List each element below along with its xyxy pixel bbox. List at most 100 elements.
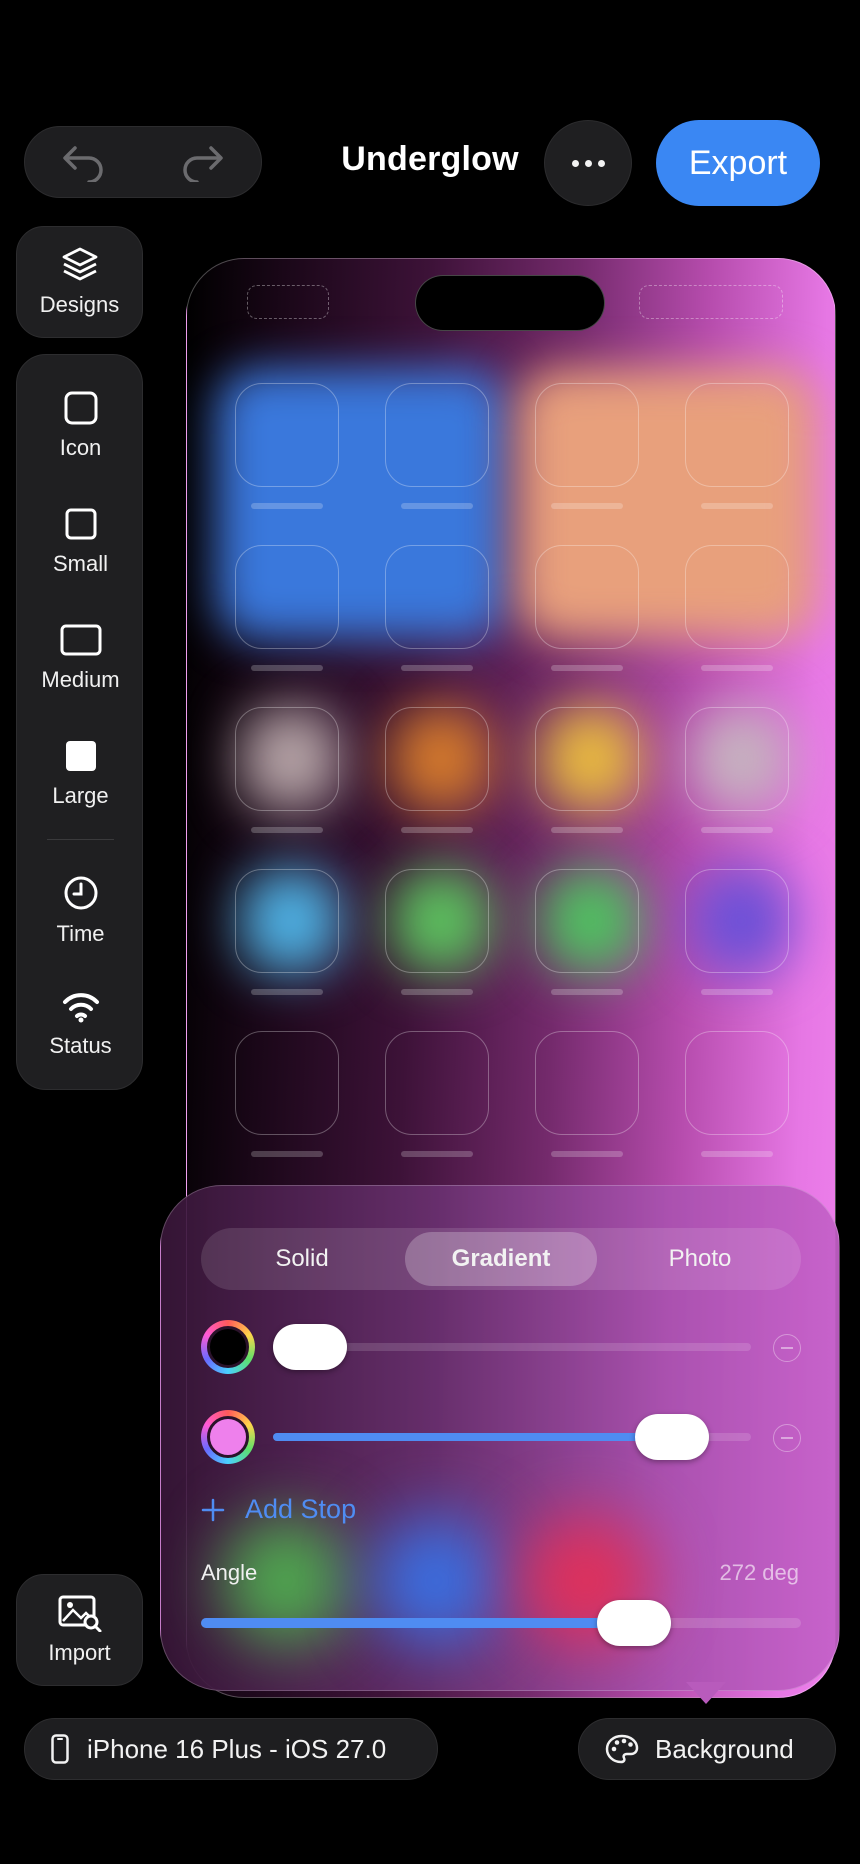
app-slot[interactable]	[535, 383, 639, 487]
wifi-icon	[62, 993, 99, 1023]
stop-color-fill	[207, 1416, 249, 1458]
layers-icon	[62, 247, 97, 281]
tool-status[interactable]: Status	[17, 991, 144, 1059]
import-button[interactable]: Import	[16, 1574, 143, 1686]
app-label	[701, 989, 773, 995]
palette-icon	[605, 1734, 639, 1764]
remove-stop-button[interactable]	[773, 1334, 801, 1362]
app-slot[interactable]	[685, 1031, 789, 1135]
import-photo-icon	[58, 1595, 101, 1632]
iphone-icon	[51, 1734, 69, 1764]
app-slot[interactable]	[385, 383, 489, 487]
app-slot[interactable]	[235, 707, 339, 811]
app-label	[551, 827, 623, 833]
plus-icon	[201, 1498, 225, 1521]
app-label	[701, 665, 773, 671]
app-slot[interactable]	[685, 707, 789, 811]
stop-color-fill	[207, 1326, 249, 1368]
page-title: Underglow	[341, 140, 519, 178]
app-slot[interactable]	[535, 1031, 639, 1135]
background-label: Background	[655, 1733, 794, 1764]
app-slot[interactable]	[535, 545, 639, 649]
remove-stop-button[interactable]	[773, 1424, 801, 1452]
tool-large[interactable]: Large	[17, 739, 144, 809]
app-slot[interactable]	[385, 1031, 489, 1135]
background-editor-sheet: Solid Gradient Photo Add Stop Angle 272 …	[160, 1185, 840, 1691]
app-label	[401, 989, 473, 995]
app-slot[interactable]	[385, 545, 489, 649]
designs-label: Designs	[39, 292, 120, 317]
undo-redo-group	[24, 126, 262, 198]
status-bar-icons-slot[interactable]	[639, 285, 783, 319]
app-label	[701, 503, 773, 509]
app-label	[251, 503, 323, 509]
stop-color-swatch[interactable]	[201, 1410, 255, 1464]
stop-position-fill	[273, 1433, 659, 1441]
small-square-icon	[65, 508, 96, 540]
export-button[interactable]: Export	[656, 120, 820, 206]
tool-medium[interactable]: Medium	[17, 623, 144, 693]
tool-time[interactable]: Time	[17, 875, 144, 947]
angle-slider[interactable]	[201, 1618, 801, 1628]
app-slot[interactable]	[235, 869, 339, 973]
add-stop-label: Add Stop	[245, 1494, 357, 1524]
status-bar-time-slot[interactable]	[247, 285, 329, 319]
clock-icon	[64, 876, 97, 910]
square-outline-icon	[64, 391, 97, 425]
minus-icon	[781, 1347, 793, 1349]
app-label	[551, 989, 623, 995]
app-label	[701, 827, 773, 833]
app-slot[interactable]	[535, 869, 639, 973]
tool-icon[interactable]: Icon	[17, 391, 144, 461]
sheet-pointer	[686, 1682, 726, 1704]
more-button[interactable]	[544, 120, 632, 206]
app-label	[401, 1151, 473, 1157]
app-label	[401, 665, 473, 671]
ellipsis-icon	[571, 159, 579, 167]
app-label	[401, 503, 473, 509]
angle-value: 272 deg	[719, 1560, 799, 1585]
redo-icon	[183, 146, 223, 182]
angle-slider-fill	[201, 1618, 611, 1628]
app-slot[interactable]	[685, 869, 789, 973]
stop-position-knob[interactable]	[273, 1324, 347, 1370]
device-selector[interactable]: iPhone 16 Plus - iOS 27.0	[24, 1718, 438, 1780]
app-slot[interactable]	[235, 383, 339, 487]
app-slot[interactable]	[535, 707, 639, 811]
undo-icon	[63, 146, 103, 182]
toolbar-divider	[47, 839, 114, 840]
app-label	[551, 665, 623, 671]
tab-solid[interactable]: Solid	[207, 1232, 397, 1286]
app-label	[551, 503, 623, 509]
app-label	[251, 665, 323, 671]
tool-small[interactable]: Small	[17, 507, 144, 577]
angle-slider-knob[interactable]	[597, 1600, 671, 1646]
filled-square-icon	[65, 741, 96, 771]
app-slot[interactable]	[385, 869, 489, 973]
background-button[interactable]: Background	[578, 1718, 836, 1780]
app-slot[interactable]	[385, 707, 489, 811]
app-label	[251, 1151, 323, 1157]
add-stop-button[interactable]: Add Stop	[201, 1494, 356, 1525]
app-slot[interactable]	[685, 545, 789, 649]
app-label	[251, 827, 323, 833]
redo-button[interactable]	[162, 132, 242, 192]
stop-color-swatch[interactable]	[201, 1320, 255, 1374]
app-slot[interactable]	[235, 1031, 339, 1135]
app-slot[interactable]	[235, 545, 339, 649]
app-label	[401, 827, 473, 833]
designs-button[interactable]: Designs	[16, 226, 143, 338]
device-label: iPhone 16 Plus - iOS 27.0	[87, 1733, 387, 1764]
app-label	[251, 989, 323, 995]
widget-tools-panel: Icon Small Medium Large Time Status	[16, 354, 143, 1090]
app-slot[interactable]	[685, 383, 789, 487]
background-type-segmented-control: Solid Gradient Photo	[201, 1228, 801, 1290]
tab-gradient[interactable]: Gradient	[405, 1232, 597, 1286]
stop-position-knob[interactable]	[635, 1414, 709, 1460]
app-label	[551, 1151, 623, 1157]
app-label	[701, 1151, 773, 1157]
import-label: Import	[48, 1640, 111, 1665]
undo-button[interactable]	[44, 132, 124, 192]
tab-photo[interactable]: Photo	[605, 1232, 795, 1286]
minus-icon	[781, 1437, 793, 1439]
